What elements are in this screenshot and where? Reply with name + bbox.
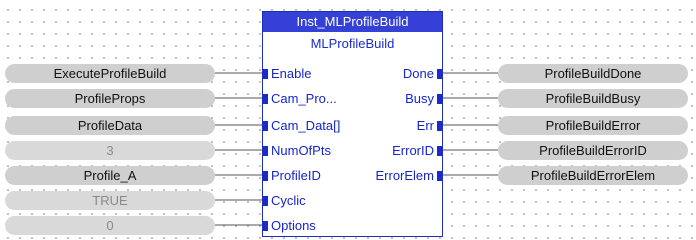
input-port-marker[interactable] bbox=[263, 171, 268, 181]
pin-enable: Enable bbox=[271, 66, 312, 81]
input-variable-profileid[interactable]: Profile_A bbox=[5, 166, 215, 185]
output-port-marker[interactable] bbox=[437, 121, 442, 131]
output-port-marker[interactable] bbox=[437, 171, 442, 181]
input-variable-enable[interactable]: ExecuteProfileBuild bbox=[5, 64, 215, 83]
output-variable-errorid[interactable]: ProfileBuildErrorID bbox=[498, 141, 688, 160]
input-variable-cam-profile[interactable]: ProfileProps bbox=[5, 89, 215, 108]
pin-profileid: ProfileID bbox=[271, 168, 321, 183]
ladder-canvas[interactable]: ExecuteProfileBuild ProfileProps Profile… bbox=[0, 0, 696, 240]
input-port-marker[interactable] bbox=[263, 221, 268, 231]
pin-busy: Busy bbox=[405, 91, 434, 106]
output-port-marker[interactable] bbox=[437, 94, 442, 104]
input-constant-numofpts[interactable]: 3 bbox=[5, 141, 215, 160]
output-port-marker[interactable] bbox=[437, 69, 442, 79]
input-variable-cam-data[interactable]: ProfileData bbox=[5, 116, 215, 135]
function-block[interactable]: Inst_MLProfileBuild MLProfileBuild Enabl… bbox=[262, 11, 443, 237]
pin-cam-profile: Cam_Pro... bbox=[271, 91, 337, 106]
input-port-marker[interactable] bbox=[263, 69, 268, 79]
input-constant-cyclic[interactable]: TRUE bbox=[5, 191, 215, 210]
input-port-marker[interactable] bbox=[263, 121, 268, 131]
input-port-marker[interactable] bbox=[263, 196, 268, 206]
pin-done: Done bbox=[402, 66, 434, 81]
input-constant-options[interactable]: 0 bbox=[5, 216, 215, 235]
pin-numofpts: NumOfPts bbox=[271, 143, 331, 158]
pin-err: Err bbox=[416, 118, 434, 133]
output-variable-done[interactable]: ProfileBuildDone bbox=[498, 64, 688, 83]
output-variable-errorelem[interactable]: ProfileBuildErrorElem bbox=[498, 166, 688, 185]
output-port-marker[interactable] bbox=[437, 146, 442, 156]
block-type-name: MLProfileBuild bbox=[310, 36, 395, 51]
output-variable-err[interactable]: ProfileBuildError bbox=[498, 116, 688, 135]
pin-options: Options bbox=[271, 218, 316, 233]
pin-cam-data: Cam_Data[] bbox=[271, 118, 341, 133]
input-port-marker[interactable] bbox=[263, 146, 268, 156]
pin-errorid: ErrorID bbox=[392, 143, 434, 158]
output-variable-busy[interactable]: ProfileBuildBusy bbox=[498, 89, 688, 108]
block-instance-name[interactable]: Inst_MLProfileBuild bbox=[263, 12, 442, 32]
input-port-marker[interactable] bbox=[263, 94, 268, 104]
pin-cyclic: Cyclic bbox=[271, 193, 306, 208]
pin-errorelem: ErrorElem bbox=[375, 168, 434, 183]
